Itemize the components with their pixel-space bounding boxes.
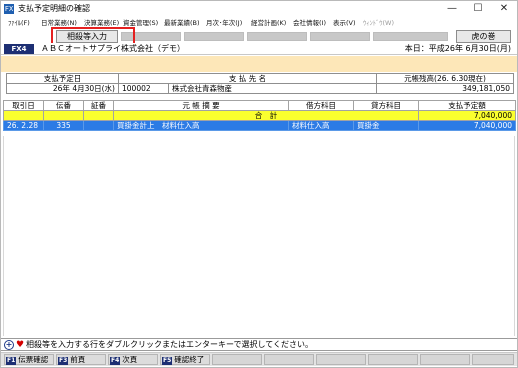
col-header-proof: 証番 [83,100,114,111]
payee-code: 100002 [118,83,169,94]
fkey-slot [472,354,514,365]
menu-daily[interactable]: 日常業務(N) [41,18,77,29]
menu-view[interactable]: 表示(V) [333,18,356,29]
col-header-date: 取引日 [3,100,44,111]
f5-key-label: F5 [162,357,173,365]
f3-key-label: F3 [58,357,69,365]
row-amount[interactable]: 7,040,000 [418,120,516,131]
row-voucher[interactable]: 335 [43,120,84,131]
header-balance: 元帳残高(26. 6.30現在) [376,73,514,84]
f4-label: 次頁 [122,355,138,364]
header-payee: 支 払 先 名 [118,73,377,84]
status-message: 相殺等を入力する行をダブルクリックまたはエンターキーで選択してください。 [26,340,314,349]
payee-name: 株式会社青森物産 [168,83,377,94]
status-line: + ♥ 相殺等を入力する行をダブルクリックまたはエンターキーで選択してください。 [1,338,517,351]
total-amount: 7,040,000 [418,110,516,121]
f1-voucher-check-button[interactable]: F1 伝票確認 [4,354,54,365]
col-header-voucher: 伝番 [43,100,84,111]
fkey-slot [316,354,366,365]
payee-info-header: 支払予定日 支 払 先 名 元帳残高(26. 6.30現在) [6,73,514,84]
row-credit[interactable]: 買掛金 [353,120,419,131]
fkey-slot [264,354,314,365]
detail-header-row: 取引日 伝番 証番 元 帳 摘 要 借方科目 貸方科目 支払予定額 [3,100,516,111]
detail-empty-area [3,136,515,336]
f4-next-page-button[interactable]: F4 次頁 [108,354,158,365]
f1-label: 伝票確認 [18,355,49,364]
minimize-button[interactable]: — [439,1,465,17]
menu-bar: ﾌｧｲﾙ(F) 日常業務(N) 決算業務(E) 資金管理(S) 最新業績(B) … [1,17,517,30]
menu-funds[interactable]: 資金管理(S) [123,18,158,29]
balance-value: 349,181,050 [376,83,514,94]
menu-closing[interactable]: 決算業務(E) [84,18,119,29]
fkey-slot [420,354,470,365]
payment-detail-table: 取引日 伝番 証番 元 帳 摘 要 借方科目 貸方科目 支払予定額 合 計 7,… [3,100,516,131]
title-bar: FX 支払予定明細の確認 — ☐ ✕ [1,1,517,17]
toolbar-slot [121,32,181,41]
window-title: 支払予定明細の確認 [18,4,90,13]
menu-performance[interactable]: 最新業績(B) [164,18,200,29]
f3-label: 前頁 [70,355,86,364]
menu-file[interactable]: ﾌｧｲﾙ(F) [8,18,30,29]
f5-finish-button[interactable]: F5 確認終了 [160,354,210,365]
row-proof[interactable] [83,120,114,131]
toolbar-slot [310,32,370,41]
maximize-button[interactable]: ☐ [465,1,491,17]
offset-input-button[interactable]: 相殺等入力 [56,30,118,43]
f5-label: 確認終了 [174,355,205,364]
app-window: FX 支払予定明細の確認 — ☐ ✕ ﾌｧｲﾙ(F) 日常業務(N) 決算業務(… [0,0,518,368]
close-button[interactable]: ✕ [491,1,517,17]
menu-window: ｳｨﾝﾄﾞｳ(W) [363,19,394,27]
f4-key-label: F4 [110,357,121,365]
toolbar: 相殺等入力 虎の巻 [1,30,517,43]
toolbar-slot [184,32,244,41]
col-header-amount: 支払予定額 [418,100,516,111]
row-memo[interactable]: 買掛金計上 材料仕入高 [113,120,289,131]
row-debit[interactable]: 材料仕入高 [288,120,354,131]
col-header-credit: 貸方科目 [353,100,419,111]
company-bar: FX4 ＡＢＣオートサプライ株式会社（デモ） 本日：平成26年 6月30日(月) [1,43,517,55]
payee-info-row: 26年 4月30日(水) 100002 株式会社青森物産 349,181,050 [6,83,514,94]
fkey-slot [212,354,262,365]
col-header-memo: 元 帳 摘 要 [113,100,289,111]
total-label: 合 計 [113,110,419,121]
app-icon: FX [4,4,14,14]
company-name: ＡＢＣオートサプライ株式会社（デモ） [41,44,185,53]
toolbar-slot [247,32,307,41]
f3-prev-page-button[interactable]: F3 前頁 [56,354,106,365]
total-row: 合 計 7,040,000 [3,110,516,121]
toolbar-slot [373,32,448,41]
menu-monthly-yearly[interactable]: 月次･年次(J) [206,18,242,29]
tips-button[interactable]: 虎の巻 [456,30,511,43]
table-row[interactable]: 26. 2.28 335 買掛金計上 材料仕入高 材料仕入高 買掛金 7,040… [3,120,516,131]
fkey-slot [368,354,418,365]
header-due-date: 支払予定日 [6,73,119,84]
heart-icon: ♥ [16,340,25,350]
due-date-value: 26年 4月30日(水) [6,83,119,94]
f1-key-label: F1 [6,357,17,365]
notice-band [1,56,517,72]
product-badge: FX4 [4,44,34,54]
menu-company-info[interactable]: 会社情報(I) [293,18,326,29]
col-header-debit: 借方科目 [288,100,354,111]
row-date[interactable]: 26. 2.28 [3,120,44,131]
function-key-bar: F1 伝票確認 F3 前頁 F4 次頁 F5 確認終了 [1,352,517,366]
menu-business-plan[interactable]: 経営計画(K) [251,18,286,29]
payee-info-table: 支払予定日 支 払 先 名 元帳残高(26. 6.30現在) 26年 4月30日… [6,73,514,94]
info-icon: + [4,340,14,350]
today-date: 本日：平成26年 6月30日(月) [404,44,511,53]
